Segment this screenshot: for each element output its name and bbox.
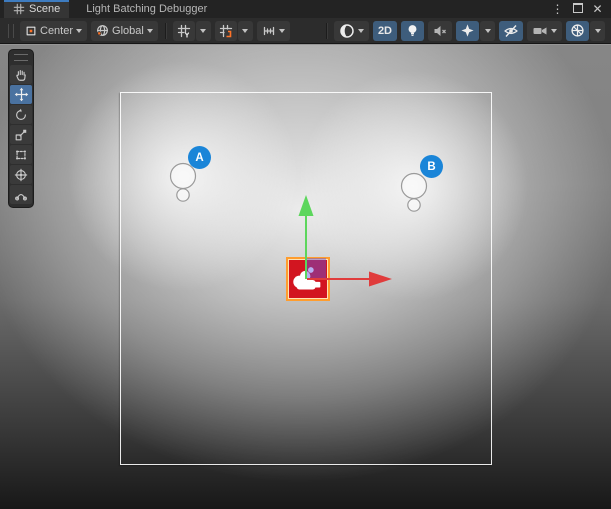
- shaded-sphere-icon: [339, 23, 355, 39]
- chevron-down-icon: [242, 29, 248, 33]
- grid-snap-dropdown[interactable]: [238, 21, 253, 41]
- scene-visibility-button[interactable]: [499, 21, 523, 41]
- pivot-mode-label: Center: [40, 25, 73, 37]
- orientation-dropdown[interactable]: Global: [91, 21, 158, 41]
- light-bulb-icon: [405, 23, 420, 38]
- gizmo-x-axis-arrow[interactable]: [304, 267, 396, 291]
- chevron-down-icon: [200, 29, 206, 33]
- light-b-badge[interactable]: B: [420, 155, 443, 178]
- unity-scene-window: Scene Light Batching Debugger ⋮ ✕ Center: [0, 0, 611, 509]
- camera-icon: [532, 24, 548, 38]
- chevron-down-icon: [595, 29, 601, 33]
- grid-visibility-button[interactable]: [173, 21, 195, 41]
- tool-palette: [8, 49, 34, 208]
- pivot-center-icon: [25, 25, 37, 37]
- grid-visibility-icon: [177, 24, 191, 38]
- grid-visibility-dropdown[interactable]: [196, 21, 211, 41]
- tab-bar: Scene Light Batching Debugger ⋮ ✕: [0, 0, 611, 19]
- light-a-badge[interactable]: A: [188, 146, 211, 169]
- orientation-label: Global: [112, 25, 144, 37]
- chevron-down-icon: [358, 29, 364, 33]
- audio-mute-icon: [432, 23, 448, 39]
- rotate-tool[interactable]: [10, 105, 32, 124]
- scene-camera-settings-dropdown[interactable]: [590, 21, 605, 41]
- custom-editor-tools[interactable]: [10, 185, 32, 204]
- rect-tool[interactable]: [10, 145, 32, 164]
- scene-viewport[interactable]: A B: [0, 44, 611, 509]
- tab-light-batching-debugger-label: Light Batching Debugger: [86, 3, 207, 15]
- grid-snap-icon: [219, 24, 233, 38]
- grid-snap-button[interactable]: [215, 21, 237, 41]
- palette-drag-handle[interactable]: [14, 54, 28, 61]
- globe-icon: [96, 24, 109, 37]
- grid-icon: [13, 3, 25, 15]
- chevron-down-icon: [485, 29, 491, 33]
- view-hand-tool[interactable]: [10, 65, 32, 84]
- effects-button[interactable]: [456, 21, 479, 41]
- transform-icon: [14, 168, 28, 182]
- snap-increment-icon: [262, 24, 276, 38]
- tab-scene[interactable]: Scene: [4, 0, 69, 18]
- move-icon: [14, 87, 29, 102]
- active-tab-indicator: [4, 0, 69, 2]
- chevron-down-icon: [147, 29, 153, 33]
- tab-light-batching-debugger[interactable]: Light Batching Debugger: [77, 0, 216, 18]
- maximize-icon: [573, 3, 583, 13]
- toolbar-drag-handle[interactable]: [8, 24, 14, 38]
- effects-dropdown[interactable]: [480, 21, 495, 41]
- rotate-icon: [14, 108, 28, 122]
- light-b-label: B: [427, 161, 435, 173]
- mode-2d-label: 2D: [378, 25, 392, 37]
- chevron-down-icon: [279, 29, 285, 33]
- close-button[interactable]: ✕: [591, 1, 604, 17]
- effects-icon: [460, 23, 475, 38]
- snap-increment-dropdown[interactable]: [257, 21, 290, 41]
- audio-mute-button[interactable]: [428, 21, 452, 41]
- scene-lighting-button[interactable]: [401, 21, 424, 41]
- mode-2d-button[interactable]: 2D: [373, 21, 397, 41]
- scene-toolbar: Center Global: [0, 18, 611, 44]
- move-tool[interactable]: [10, 85, 32, 104]
- custom-tools-icon: [14, 188, 28, 202]
- shading-mode-dropdown[interactable]: [334, 21, 369, 41]
- camera-dropdown[interactable]: [527, 21, 562, 41]
- chevron-down-icon: [551, 29, 557, 33]
- pivot-mode-dropdown[interactable]: Center: [20, 21, 87, 41]
- window-controls: ⋮ ✕: [551, 0, 611, 18]
- scale-icon: [14, 128, 28, 142]
- orbit-gizmo-icon: [570, 23, 585, 38]
- window-menu-button[interactable]: ⋮: [551, 1, 564, 17]
- toolbar-separator: [165, 23, 166, 39]
- tab-scene-label: Scene: [29, 3, 60, 15]
- toolbar-right-group: 2D: [323, 21, 605, 41]
- chevron-down-icon: [76, 29, 82, 33]
- maximize-button[interactable]: [571, 1, 584, 17]
- eye-hidden-icon: [503, 23, 519, 39]
- scale-tool[interactable]: [10, 125, 32, 144]
- toolbar-separator: [326, 23, 327, 39]
- transform-tool[interactable]: [10, 165, 32, 184]
- light-a-label: A: [195, 152, 203, 164]
- hand-icon: [14, 68, 28, 82]
- scene-camera-settings-button[interactable]: [566, 21, 589, 41]
- rect-icon: [14, 148, 28, 162]
